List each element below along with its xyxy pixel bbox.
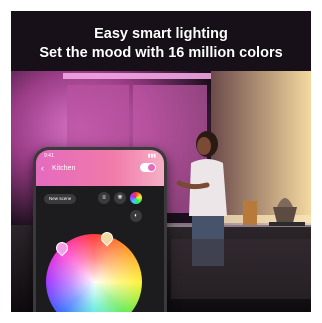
- headline: Easy smart lighting Set the mood with 16…: [11, 25, 311, 63]
- smartphone-mockup: 9:41 ▮▮▮ ‹ Kitchen New scene ≡ ❋ ◐: [33, 147, 167, 312]
- status-time: 9:41: [44, 153, 54, 159]
- warm-under-cabinet-light: [211, 215, 311, 223]
- palette-icon[interactable]: ❋: [114, 192, 126, 204]
- color-pin-lamp-1[interactable]: [53, 239, 71, 257]
- room-power-toggle[interactable]: [140, 163, 156, 172]
- product-image: Easy smart lighting Set the mood with 16…: [11, 11, 311, 312]
- room-header: 9:41 ▮▮▮ ‹ Kitchen: [36, 150, 164, 186]
- brightness-icon[interactable]: ◐: [130, 210, 142, 222]
- light-strip-top: [63, 73, 211, 79]
- island-reflection: [171, 239, 311, 299]
- status-signal-icon: ▮▮▮: [147, 153, 156, 159]
- color-wheel-icon[interactable]: [130, 192, 142, 204]
- back-icon[interactable]: ‹: [41, 164, 44, 173]
- headline-subtitle: Set the mood with 16 million colors: [39, 45, 283, 61]
- headline-title: Easy smart lighting: [94, 26, 228, 42]
- room-title: Kitchen: [52, 165, 76, 172]
- color-pin-lamp-2[interactable]: [98, 229, 116, 247]
- color-picker-wheel[interactable]: [46, 229, 142, 312]
- new-scene-button[interactable]: New scene: [44, 194, 77, 204]
- list-icon[interactable]: ≡: [98, 192, 110, 204]
